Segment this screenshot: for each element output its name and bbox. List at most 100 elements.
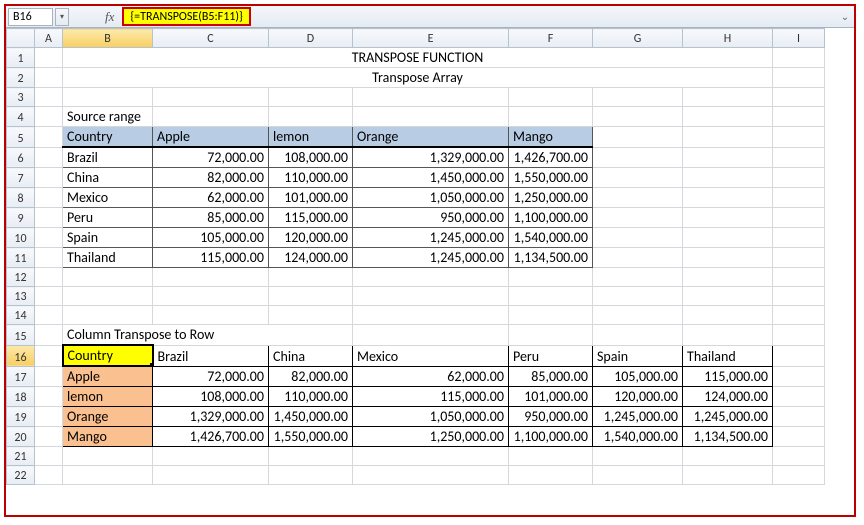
cell[interactable]: 110,000.00 [269, 168, 353, 188]
cell[interactable]: 1,329,000.00 [153, 407, 269, 427]
row-header[interactable]: 5 [7, 127, 35, 148]
cell[interactable]: Mango [509, 127, 593, 148]
cell[interactable]: 108,000.00 [153, 387, 269, 407]
row-header[interactable]: 9 [7, 208, 35, 228]
cell[interactable]: 1,050,000.00 [353, 188, 509, 208]
cell[interactable]: 72,000.00 [153, 147, 269, 168]
cell[interactable]: 108,000.00 [269, 147, 353, 168]
col-header[interactable]: E [353, 29, 509, 48]
col-header[interactable]: C [153, 29, 269, 48]
cell[interactable]: 62,000.00 [153, 188, 269, 208]
cell[interactable]: 1,540,000.00 [593, 427, 683, 447]
cell[interactable]: 115,000.00 [353, 387, 509, 407]
cell[interactable]: Orange [63, 407, 153, 427]
cell[interactable]: 105,000.00 [153, 228, 269, 248]
cell[interactable]: 1,540,000.00 [509, 228, 593, 248]
col-header[interactable]: H [683, 29, 773, 48]
select-all-corner[interactable] [7, 29, 35, 48]
cell[interactable]: Apple [63, 366, 153, 387]
cell[interactable]: 1,550,000.00 [269, 427, 353, 447]
cell[interactable]: 1,450,000.00 [353, 168, 509, 188]
cell[interactable]: 62,000.00 [353, 366, 509, 387]
cell[interactable]: Spain [593, 345, 683, 366]
row-header[interactable]: 15 [7, 325, 35, 346]
row-header[interactable]: 21 [7, 447, 35, 466]
cell[interactable]: Peru [509, 345, 593, 366]
col-header[interactable]: F [509, 29, 593, 48]
cell[interactable]: Brazil [63, 147, 153, 168]
cell[interactable]: Mango [63, 427, 153, 447]
col-header[interactable]: A [35, 29, 63, 48]
cell[interactable]: 115,000.00 [269, 208, 353, 228]
cell[interactable]: 85,000.00 [509, 366, 593, 387]
cell[interactable]: 1,245,000.00 [683, 407, 773, 427]
cell[interactable]: 1,426,700.00 [509, 147, 593, 168]
cell[interactable]: 1,134,500.00 [509, 248, 593, 268]
row-header[interactable]: 22 [7, 466, 35, 485]
cell[interactable]: 120,000.00 [269, 228, 353, 248]
row-header[interactable]: 16 [7, 345, 35, 366]
row-header[interactable]: 1 [7, 48, 35, 68]
row-header[interactable]: 20 [7, 427, 35, 447]
cell[interactable]: China [63, 168, 153, 188]
formula-input[interactable]: {=TRANSPOSE(B5:F11)} [122, 7, 250, 26]
cell[interactable]: China [269, 345, 353, 366]
cell[interactable]: Spain [63, 228, 153, 248]
cell[interactable]: Mexico [353, 345, 509, 366]
cell[interactable]: 85,000.00 [153, 208, 269, 228]
cell[interactable]: 1,134,500.00 [683, 427, 773, 447]
cell[interactable]: lemon [269, 127, 353, 148]
row-header[interactable]: 7 [7, 168, 35, 188]
active-cell[interactable]: Country [63, 345, 153, 366]
cell[interactable]: Thailand [63, 248, 153, 268]
fx-icon[interactable]: fx [105, 9, 114, 25]
cell[interactable]: 120,000.00 [593, 387, 683, 407]
cell[interactable]: 105,000.00 [593, 366, 683, 387]
cell[interactable]: 101,000.00 [509, 387, 593, 407]
row-header[interactable]: 2 [7, 68, 35, 88]
name-box-dropdown[interactable]: ▾ [55, 8, 69, 26]
cell[interactable]: 124,000.00 [683, 387, 773, 407]
cell[interactable]: 1,050,000.00 [353, 407, 509, 427]
fill-handle[interactable] [150, 363, 153, 366]
cell[interactable]: Thailand [683, 345, 773, 366]
row-header[interactable]: 8 [7, 188, 35, 208]
cell[interactable]: 1,250,000.00 [509, 188, 593, 208]
cell[interactable]: 1,329,000.00 [353, 147, 509, 168]
row-header[interactable]: 13 [7, 287, 35, 306]
cell[interactable]: 72,000.00 [153, 366, 269, 387]
cell[interactable]: 124,000.00 [269, 248, 353, 268]
row-header[interactable]: 17 [7, 366, 35, 387]
col-header[interactable]: B [63, 29, 153, 48]
cell[interactable]: 1,245,000.00 [593, 407, 683, 427]
cell[interactable]: Country [63, 127, 153, 148]
cell[interactable]: 1,245,000.00 [353, 248, 509, 268]
worksheet-grid[interactable]: A B C D E F G H I 1 TRANSPOSE FUNCTION [6, 28, 854, 485]
cell[interactable]: 82,000.00 [269, 366, 353, 387]
row-header[interactable]: 12 [7, 268, 35, 287]
expand-formula-bar-icon[interactable]: ⌄ [836, 10, 854, 23]
cell[interactable]: Peru [63, 208, 153, 228]
cell[interactable]: 1,250,000.00 [353, 427, 509, 447]
row-header[interactable]: 18 [7, 387, 35, 407]
row-header[interactable]: 4 [7, 107, 35, 127]
cell[interactable]: 1,426,700.00 [153, 427, 269, 447]
row-header[interactable]: 14 [7, 306, 35, 325]
row-header[interactable]: 19 [7, 407, 35, 427]
row-header[interactable]: 3 [7, 88, 35, 107]
row-header[interactable]: 6 [7, 147, 35, 168]
cell[interactable]: 110,000.00 [269, 387, 353, 407]
cell[interactable]: 115,000.00 [683, 366, 773, 387]
cell[interactable]: 950,000.00 [353, 208, 509, 228]
cell[interactable]: Apple [153, 127, 269, 148]
col-header[interactable]: D [269, 29, 353, 48]
cell[interactable]: 1,450,000.00 [269, 407, 353, 427]
cell[interactable]: 101,000.00 [269, 188, 353, 208]
cell[interactable]: Mexico [63, 188, 153, 208]
cell[interactable]: 1,245,000.00 [353, 228, 509, 248]
col-header[interactable]: G [593, 29, 683, 48]
row-header[interactable]: 10 [7, 228, 35, 248]
cell[interactable]: 950,000.00 [509, 407, 593, 427]
col-header[interactable]: I [773, 29, 825, 48]
row-header[interactable]: 11 [7, 248, 35, 268]
